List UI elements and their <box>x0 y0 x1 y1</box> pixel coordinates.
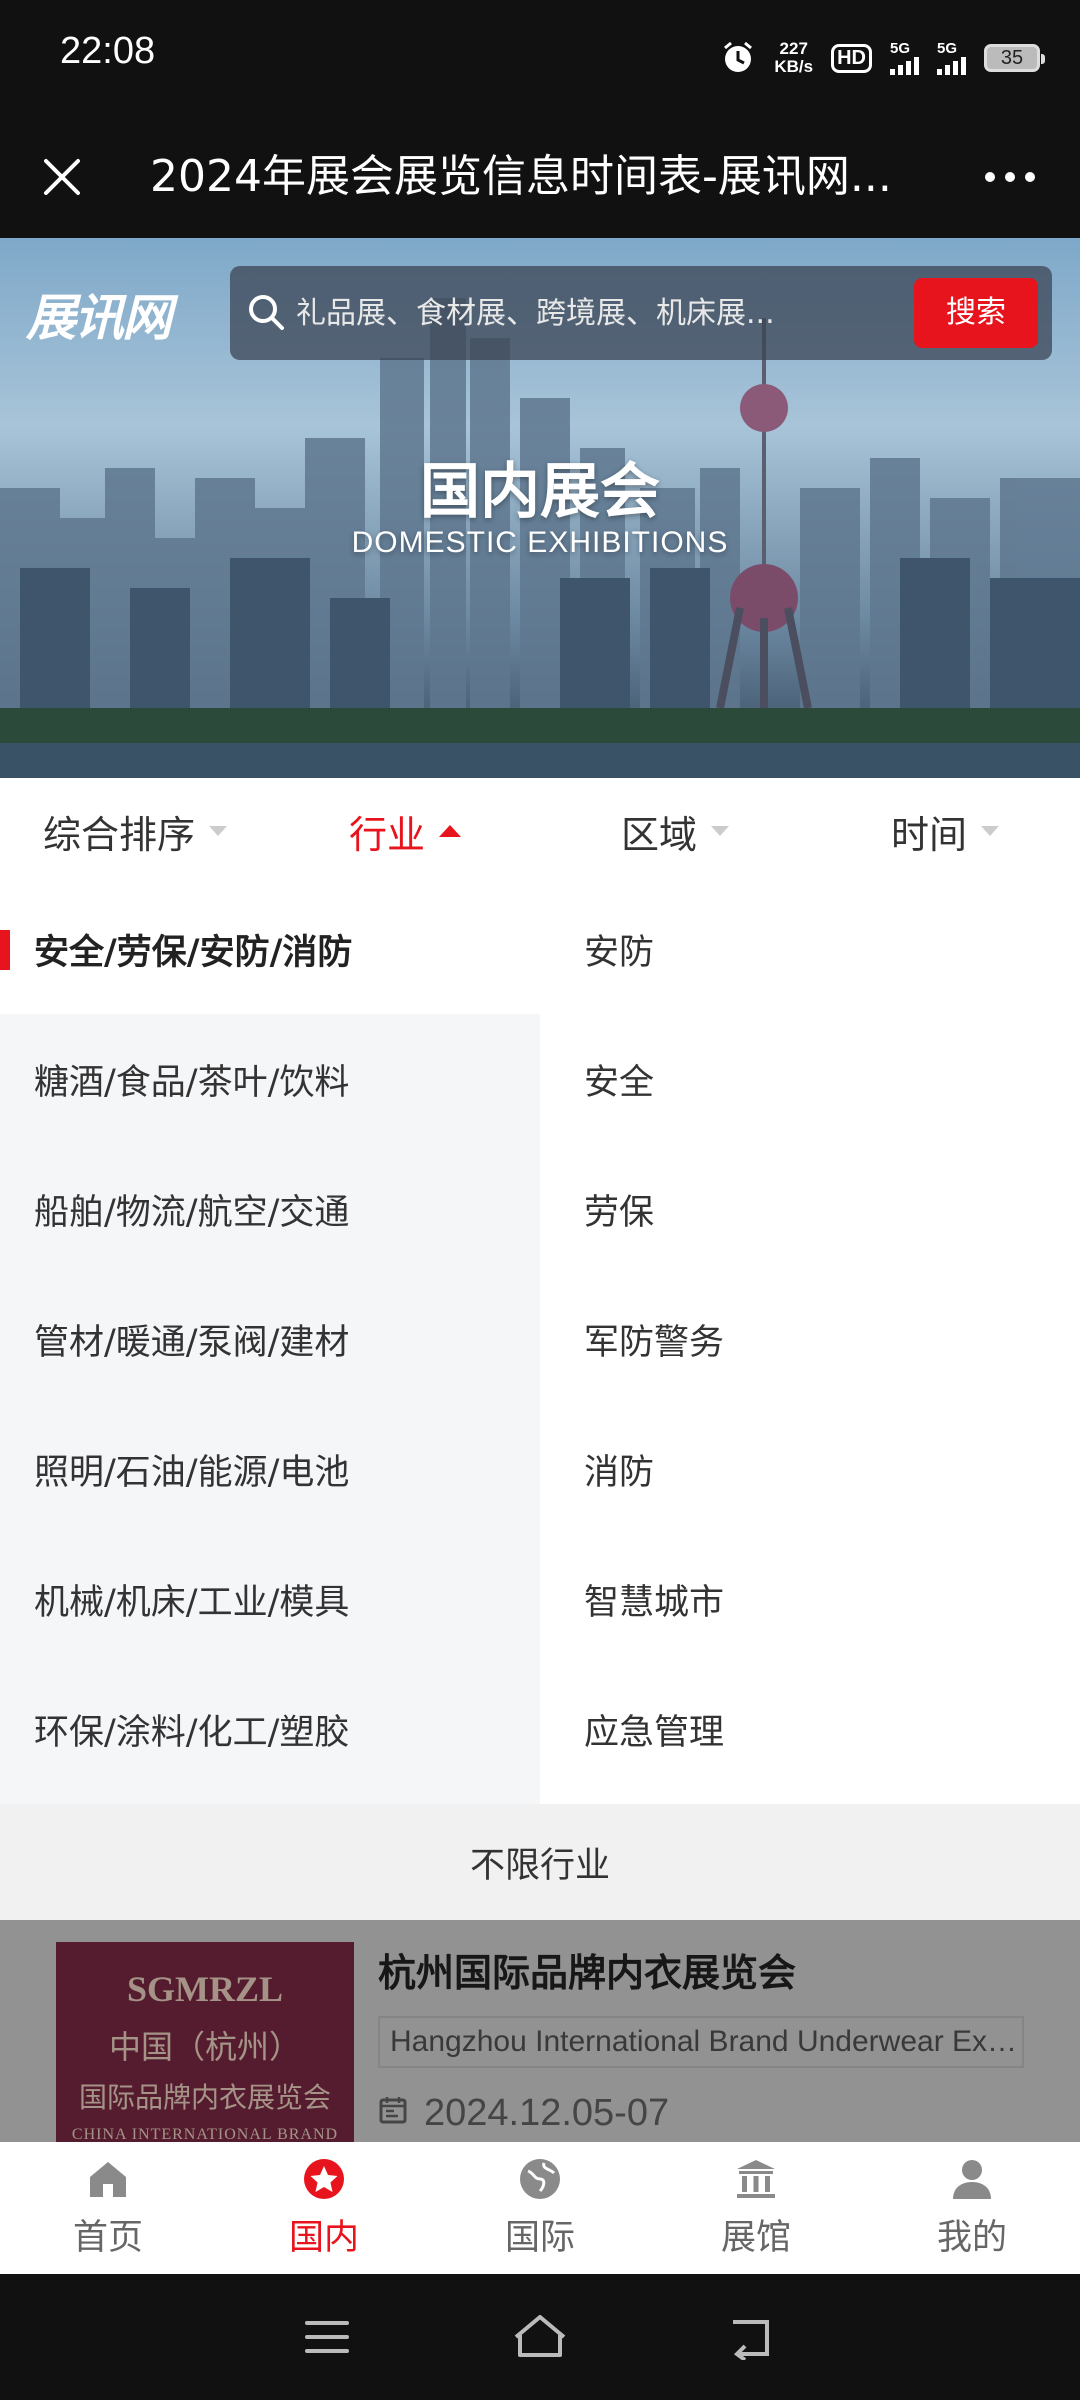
nav-venues-label: 展馆 <box>720 2217 791 2258</box>
nav-domestic[interactable]: 国内 <box>216 2142 432 2274</box>
category-item[interactable]: 管材/暖通/泵阀/建材 <box>0 1274 540 1404</box>
caret-down-icon <box>711 826 729 836</box>
caret-up-icon <box>439 825 461 837</box>
search-bar: 搜索 <box>230 266 1052 360</box>
more-icon[interactable] <box>970 145 1050 209</box>
signal-icon: 5G <box>890 41 919 75</box>
search-icon <box>244 290 290 336</box>
category-item[interactable]: 糖酒/食品/茶叶/饮料 <box>0 1014 540 1144</box>
subcategory-item[interactable]: 智慧城市 <box>540 1534 1080 1664</box>
signal-label-2: 5G <box>937 40 958 57</box>
net-speed: 227 KB/s <box>774 40 813 76</box>
nav-mine-label: 我的 <box>936 2217 1007 2258</box>
subcategory-item[interactable]: 安全 <box>540 1014 1080 1144</box>
back-icon[interactable] <box>718 2307 788 2367</box>
subcategory-item[interactable]: 安防 <box>540 884 1080 1014</box>
subcategory-item[interactable]: 军防警务 <box>540 1274 1080 1404</box>
filter-sort-label: 综合排序 <box>42 812 195 857</box>
nav-home-label: 首页 <box>72 2217 143 2258</box>
page-title: 2024年展会展览信息时间表-展讯网... <box>150 151 892 202</box>
industry-dropdown: 安全/劳保/安防/消防 糖酒/食品/茶叶/饮料 船舶/物流/航空/交通 管材/暖… <box>0 884 1080 1804</box>
subcategory-item[interactable]: 劳保 <box>540 1144 1080 1274</box>
net-speed-value: 227 <box>779 39 808 58</box>
category-item[interactable]: 机械/机床/工业/模具 <box>0 1534 540 1664</box>
nav-international-label: 国际 <box>504 2217 575 2258</box>
category-item[interactable]: 照明/石油/能源/电池 <box>0 1404 540 1534</box>
hd-icon: HD <box>831 43 872 73</box>
globe-icon <box>520 2158 560 2199</box>
hero-subtitle: DOMESTIC EXHIBITIONS <box>351 526 729 559</box>
home-button-icon[interactable] <box>505 2307 575 2367</box>
nav-venues[interactable]: 展馆 <box>648 2142 864 2274</box>
filter-bar: 综合排序 行业 区域 时间 <box>0 778 1080 884</box>
filter-sort[interactable]: 综合排序 <box>0 778 270 884</box>
category-item[interactable]: 船舶/物流/航空/交通 <box>0 1144 540 1274</box>
filter-time-label: 时间 <box>890 812 967 857</box>
category-item[interactable]: 安全/劳保/安防/消防 <box>0 884 540 1014</box>
star-icon <box>304 2158 344 2199</box>
caret-down-icon <box>209 826 227 836</box>
status-time: 22:08 <box>60 30 156 72</box>
search-input[interactable] <box>296 284 836 342</box>
category-list: 安全/劳保/安防/消防 糖酒/食品/茶叶/饮料 船舶/物流/航空/交通 管材/暖… <box>0 884 540 1804</box>
nav-domestic-label: 国内 <box>288 2217 359 2258</box>
bottom-nav: 首页 国内 国际 展馆 我的 <box>0 2142 1080 2274</box>
search-button[interactable]: 搜索 <box>914 278 1038 348</box>
category-item[interactable]: 环保/涂料/化工/塑胶 <box>0 1664 540 1794</box>
nav-home[interactable]: 首页 <box>0 2142 216 2274</box>
filter-industry[interactable]: 行业 <box>270 778 540 884</box>
site-logo[interactable]: 展讯网 <box>26 278 172 350</box>
close-icon[interactable] <box>30 145 94 209</box>
filter-region-label: 区域 <box>620 812 697 857</box>
filter-time[interactable]: 时间 <box>810 778 1080 884</box>
signal-label-1: 5G <box>890 40 911 57</box>
signal-icon-2: 5G <box>937 41 966 75</box>
battery-icon: 35 <box>984 44 1045 72</box>
subcategory-item[interactable]: 应急管理 <box>540 1664 1080 1794</box>
status-icons: 227 KB/s HD 5G 5G 35 <box>720 30 1045 86</box>
filter-region[interactable]: 区域 <box>540 778 810 884</box>
nav-mine[interactable]: 我的 <box>864 2142 1080 2274</box>
unlimited-industry-button[interactable]: 不限行业 <box>0 1804 1080 1920</box>
subcategory-list: 安防 安全 劳保 军防警务 消防 智慧城市 应急管理 <box>540 884 1080 1804</box>
system-nav-bar <box>0 2274 1080 2400</box>
home-icon <box>90 2161 126 2197</box>
alarm-icon <box>720 40 756 76</box>
hero-title: 国内展会 <box>420 457 660 527</box>
filter-industry-label: 行业 <box>348 812 425 857</box>
building-icon <box>737 2159 775 2198</box>
menu-icon[interactable] <box>292 2307 362 2367</box>
nav-international[interactable]: 国际 <box>432 2142 648 2274</box>
browser-titlebar: 2024年展会展览信息时间表-展讯网... <box>0 115 1080 238</box>
hero-banner: 展讯网 搜索 国内展会 DOMESTIC EXHIBITIONS <box>0 238 1080 778</box>
net-speed-unit: KB/s <box>774 57 814 76</box>
user-icon <box>953 2159 991 2199</box>
dim-overlay[interactable] <box>0 1920 1080 2142</box>
subcategory-item[interactable]: 消防 <box>540 1404 1080 1534</box>
status-bar: 22:08 227 KB/s HD 5G 5G 35 <box>0 0 1080 115</box>
caret-down-icon <box>981 826 999 836</box>
